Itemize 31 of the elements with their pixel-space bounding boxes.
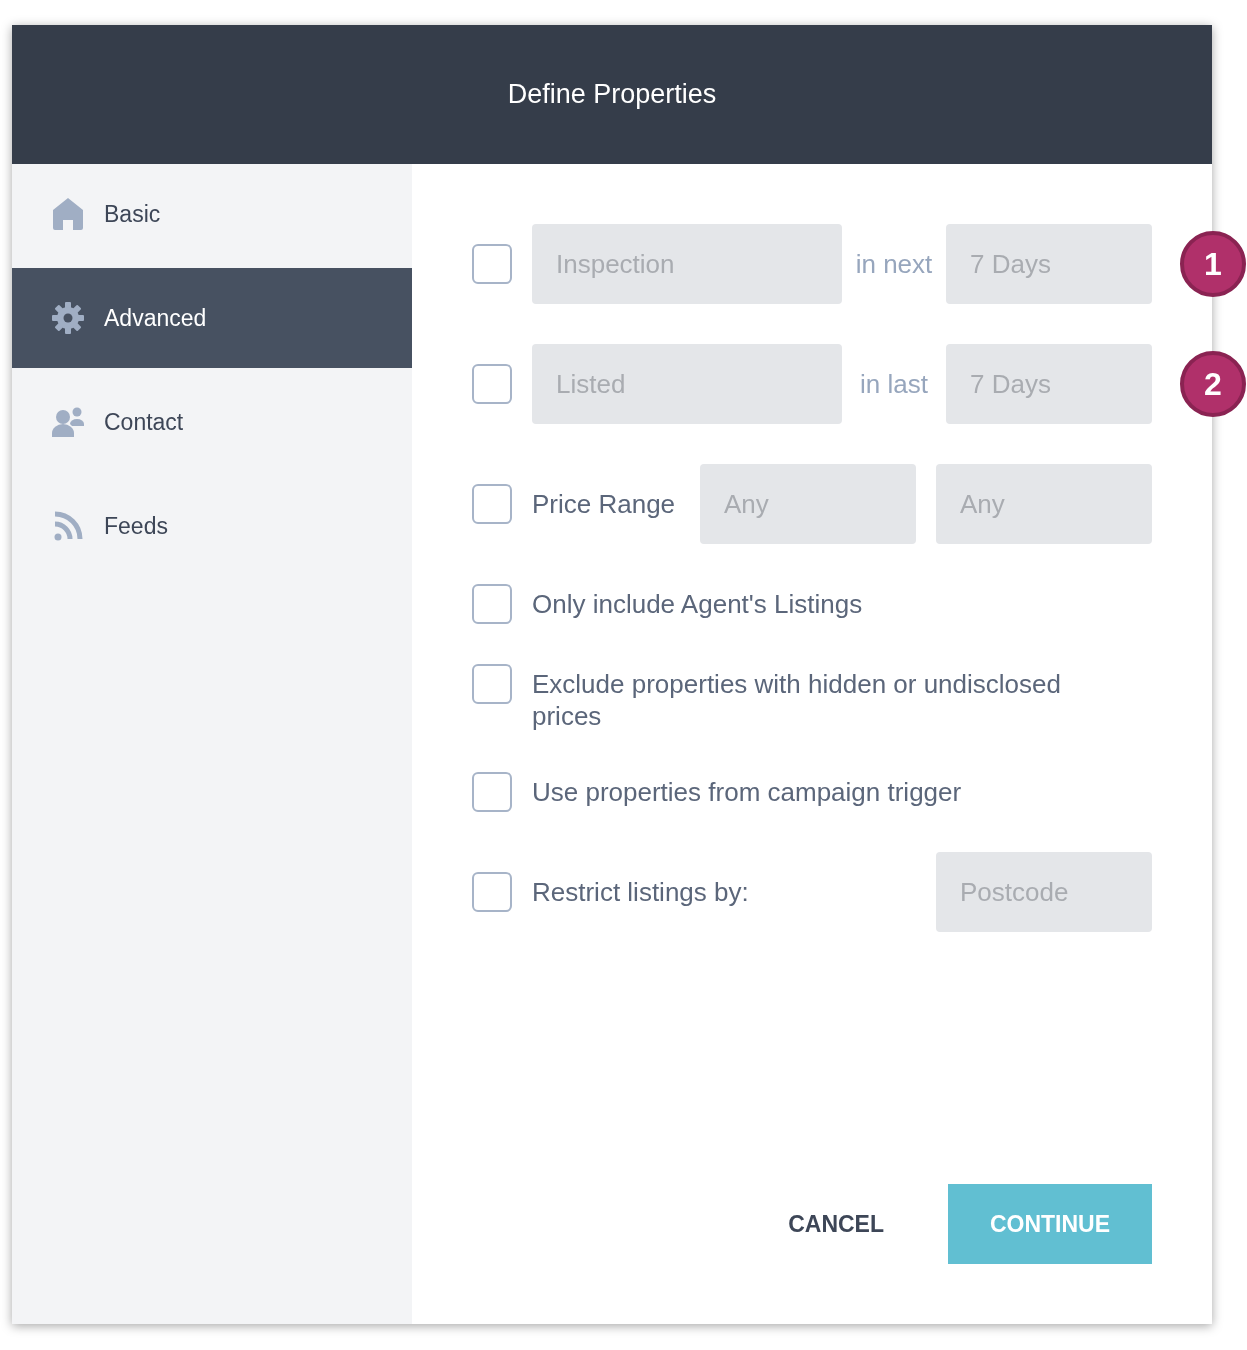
input-field[interactable]: Any [700, 464, 916, 544]
option-label: Only include Agent's Listings [532, 588, 863, 620]
option-label: Use properties from campaign trigger [532, 776, 962, 808]
dialog-title: Define Properties [507, 78, 717, 112]
input-field[interactable]: 7 Days [946, 224, 1152, 304]
connector-label: in last [859, 367, 929, 401]
checkbox[interactable] [472, 664, 512, 704]
sidebar-item[interactable]: Advanced [12, 268, 412, 368]
rss-icon [53, 511, 83, 541]
option-label: Exclude properties with hidden or undisclosed prices [532, 668, 1062, 732]
checkbox[interactable] [472, 584, 512, 624]
input-field[interactable]: 7 Days [946, 344, 1152, 424]
input-field[interactable]: Listed [532, 344, 842, 424]
checkbox[interactable] [472, 244, 512, 284]
cancel-button[interactable]: CANCEL [788, 1184, 884, 1264]
input-field[interactable]: Any [936, 464, 1152, 544]
checkbox[interactable] [472, 364, 512, 404]
users-icon [52, 407, 84, 437]
input-field[interactable]: Inspection [532, 224, 842, 304]
home-icon [53, 198, 83, 230]
connector-label: in next [854, 247, 934, 281]
checkbox[interactable] [472, 772, 512, 812]
input-field[interactable]: Postcode [936, 852, 1152, 932]
callout-badge: 2 [1180, 351, 1246, 417]
continue-button[interactable]: CONTINUE [948, 1184, 1152, 1264]
checkbox[interactable] [472, 484, 512, 524]
checkbox[interactable] [472, 872, 512, 912]
gear-icon [52, 302, 84, 334]
option-label: Restrict listings by: [532, 875, 750, 909]
callout-badge: 1 [1180, 231, 1246, 297]
option-label: Price Range [532, 487, 677, 521]
